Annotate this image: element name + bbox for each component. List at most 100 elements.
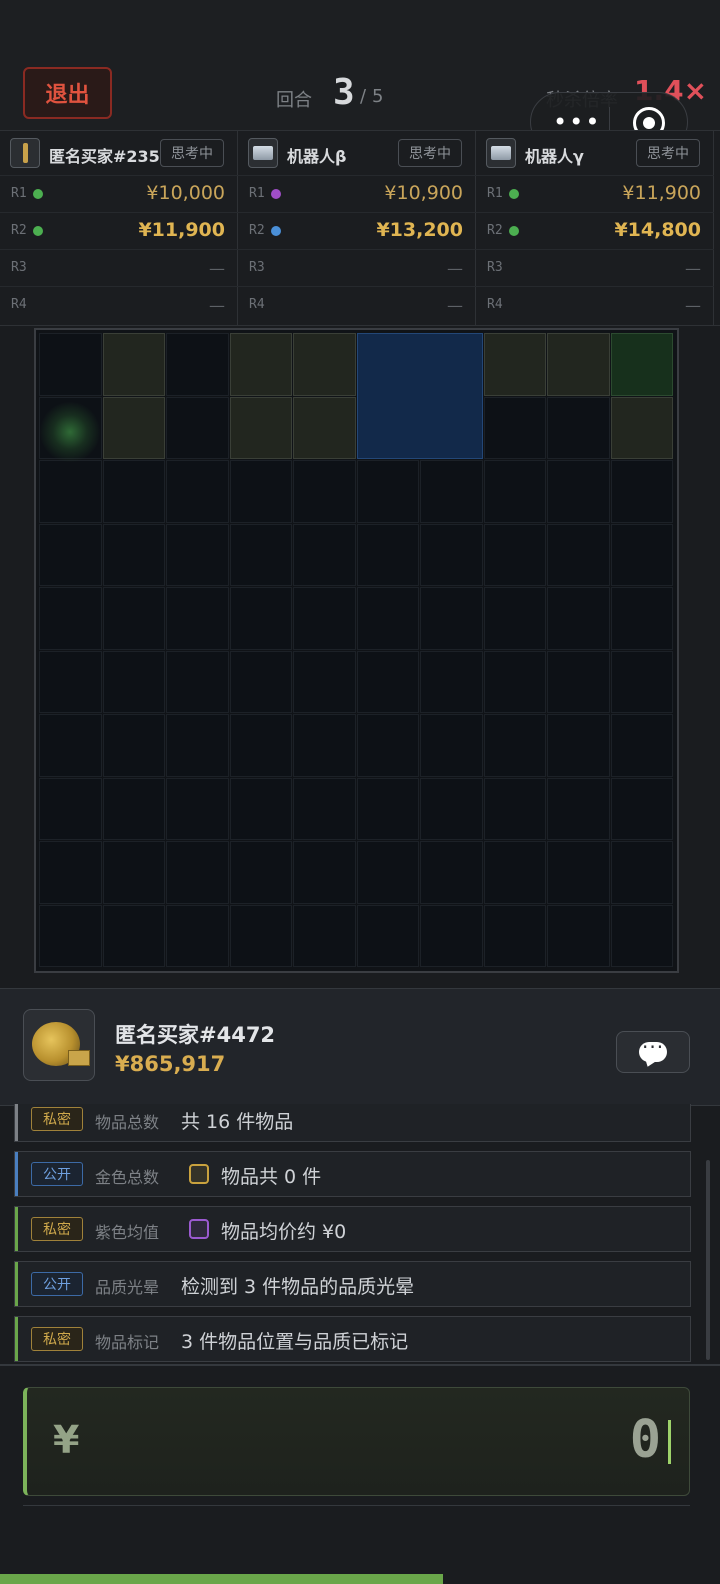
grid-cell[interactable] (293, 777, 356, 840)
grid-cell[interactable] (166, 460, 229, 523)
grid-cell[interactable] (166, 841, 229, 904)
grid-cell[interactable] (102, 587, 165, 650)
clue-list[interactable]: 私密 物品总数共 16 件物品 公开 金色总数 物品共 0 件私密 紫色均值 物品均价约 ¥… (0, 1104, 720, 1364)
tape-measure-icon[interactable] (23, 1009, 95, 1081)
grid-item-block[interactable] (356, 333, 483, 459)
grid-cell[interactable] (420, 650, 483, 713)
grid-cell[interactable] (102, 714, 165, 777)
grid-cell[interactable] (483, 523, 546, 586)
grid-cell[interactable] (39, 714, 102, 777)
grid-cell[interactable] (39, 841, 102, 904)
chat-button[interactable] (616, 1031, 690, 1073)
grid-cell[interactable] (166, 904, 229, 967)
grid-cell[interactable] (39, 523, 102, 586)
grid-cell[interactable] (39, 777, 102, 840)
grid-cell[interactable] (547, 523, 610, 586)
grid-cell[interactable] (547, 460, 610, 523)
grid-cell[interactable] (166, 523, 229, 586)
grid-cell[interactable] (39, 460, 102, 523)
grid-cell[interactable] (293, 650, 356, 713)
bid-input[interactable]: ¥ 0 (23, 1387, 690, 1496)
grid-cell[interactable] (356, 650, 419, 713)
grid-cell[interactable] (547, 650, 610, 713)
grid-cell[interactable] (610, 460, 673, 523)
grid-cell[interactable] (229, 460, 292, 523)
grid-cell[interactable] (610, 777, 673, 840)
grid-cell[interactable] (229, 523, 292, 586)
grid-cell[interactable] (293, 841, 356, 904)
grid-cell[interactable] (610, 714, 673, 777)
grid-cell[interactable] (293, 460, 356, 523)
grid-cell[interactable] (102, 841, 165, 904)
grid-cell[interactable] (229, 333, 292, 396)
grid-cell[interactable] (483, 333, 546, 396)
grid-cell[interactable] (610, 650, 673, 713)
grid-cell[interactable] (293, 587, 356, 650)
grid-cell[interactable] (229, 587, 292, 650)
grid-cell[interactable] (547, 333, 610, 396)
grid-cell[interactable] (166, 396, 229, 459)
grid-cell[interactable] (610, 841, 673, 904)
grid-cell[interactable] (166, 714, 229, 777)
grid-cell[interactable] (229, 777, 292, 840)
grid-cell[interactable] (102, 396, 165, 459)
grid-cell[interactable] (102, 650, 165, 713)
grid-cell[interactable] (483, 904, 546, 967)
grid-cell[interactable] (229, 650, 292, 713)
grid-cell[interactable] (39, 650, 102, 713)
grid-cell[interactable] (610, 904, 673, 967)
grid-cell[interactable] (610, 333, 673, 396)
grid-cell[interactable] (39, 587, 102, 650)
grid-cell[interactable] (420, 777, 483, 840)
grid-cell[interactable] (229, 396, 292, 459)
grid-cell[interactable] (102, 904, 165, 967)
grid-cell[interactable] (229, 841, 292, 904)
grid-cell[interactable] (547, 714, 610, 777)
grid-cell[interactable] (420, 523, 483, 586)
grid-cell[interactable] (356, 904, 419, 967)
grid-cell[interactable] (102, 333, 165, 396)
grid-cell[interactable] (610, 587, 673, 650)
grid-cell[interactable] (420, 587, 483, 650)
grid-cell[interactable] (166, 587, 229, 650)
grid-cell[interactable] (547, 904, 610, 967)
grid-cell[interactable] (420, 904, 483, 967)
grid-cell[interactable] (483, 587, 546, 650)
grid-cell[interactable] (483, 777, 546, 840)
grid-cell[interactable] (293, 396, 356, 459)
grid-cell[interactable] (102, 777, 165, 840)
grid-cell[interactable] (547, 841, 610, 904)
grid-cell[interactable] (356, 523, 419, 586)
grid-cell[interactable] (420, 714, 483, 777)
grid-cell[interactable] (547, 396, 610, 459)
grid-cell[interactable] (356, 841, 419, 904)
grid-cell[interactable] (293, 523, 356, 586)
grid-cell[interactable] (39, 904, 102, 967)
grid-cell[interactable] (293, 714, 356, 777)
grid-cell[interactable] (39, 333, 102, 396)
grid-cell[interactable] (610, 396, 673, 459)
grid-cell[interactable] (547, 587, 610, 650)
exit-button[interactable]: 退出 (23, 67, 112, 119)
grid-cell[interactable] (166, 333, 229, 396)
grid-cell[interactable] (420, 460, 483, 523)
grid-cell[interactable] (166, 777, 229, 840)
grid-cell[interactable] (356, 587, 419, 650)
grid-cell[interactable] (293, 904, 356, 967)
grid-cell[interactable] (483, 460, 546, 523)
grid-cell[interactable] (483, 714, 546, 777)
grid-cell[interactable] (483, 396, 546, 459)
grid-cell[interactable] (356, 460, 419, 523)
grid-cell[interactable] (420, 841, 483, 904)
grid-cell[interactable] (166, 650, 229, 713)
grid-cell[interactable] (356, 714, 419, 777)
grid-cell[interactable] (547, 777, 610, 840)
grid-cell[interactable] (356, 777, 419, 840)
clue-scrollbar[interactable] (706, 1160, 710, 1360)
grid-cell[interactable] (102, 523, 165, 586)
grid-cell[interactable] (483, 841, 546, 904)
grid-cell[interactable] (229, 904, 292, 967)
grid-cell[interactable] (293, 333, 356, 396)
grid-cell[interactable] (483, 650, 546, 713)
grid-cell[interactable] (102, 460, 165, 523)
